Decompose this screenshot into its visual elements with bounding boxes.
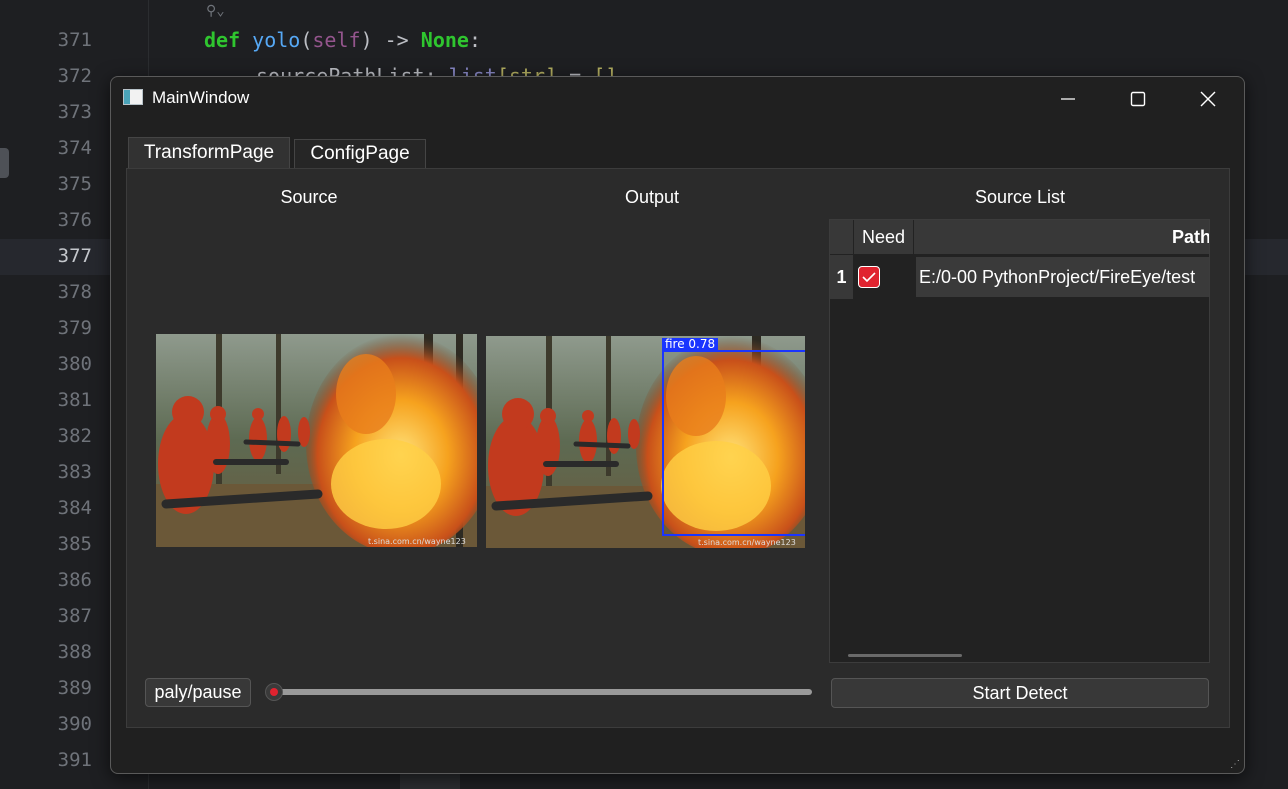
source-image: t.sina.com.cn/wayne123 <box>156 334 477 547</box>
table-corner[interactable] <box>830 220 853 254</box>
detection-label: fire 0.78 <box>662 338 719 351</box>
inlay-hint-icon: ⚲⌄ <box>206 3 225 19</box>
watermark: t.sina.com.cn/wayne123 <box>368 537 466 546</box>
window-title: MainWindow <box>152 88 250 107</box>
line-number: 389 <box>57 677 92 699</box>
line-number: 385 <box>57 533 92 555</box>
line-number: 379 <box>57 317 92 339</box>
main-window[interactable]: MainWindow TransformPage ConfigPage Sour… <box>110 76 1245 774</box>
source-list-title: Source List <box>974 187 1066 207</box>
output-image: t.sina.com.cn/wayne123 fire 0.78 <box>486 336 805 548</box>
close-button[interactable] <box>1173 77 1243 121</box>
play-pause-button[interactable]: paly/pause <box>145 678 251 707</box>
line-number: 371 <box>57 29 92 51</box>
detection-box <box>662 350 805 536</box>
maximize-button[interactable] <box>1103 77 1173 121</box>
source-list-table[interactable]: Need Path 1 E:/0-00 PythonProject/FireEy… <box>829 219 1210 663</box>
slider-handle[interactable] <box>265 683 283 701</box>
line-number: 377 <box>57 245 92 267</box>
title-bar[interactable]: MainWindow <box>111 77 1244 121</box>
line-number: 378 <box>57 281 92 303</box>
code-fragment <box>400 773 460 789</box>
line-number: 382 <box>57 425 92 447</box>
line-number: 372 <box>57 65 92 87</box>
minimize-button[interactable] <box>1033 77 1103 121</box>
line-number: 375 <box>57 173 92 195</box>
close-icon <box>1200 91 1216 107</box>
line-number: 388 <box>57 641 92 663</box>
line-number: 381 <box>57 389 92 411</box>
line-number: 386 <box>57 569 92 591</box>
tab-transform-page[interactable]: TransformPage <box>128 137 290 168</box>
video-progress-slider[interactable] <box>275 689 812 695</box>
header-path[interactable]: Path <box>914 220 1210 254</box>
path-cell[interactable]: E:/0-00 PythonProject/FireEye/test <box>916 257 1209 297</box>
open-paren: ( <box>300 28 313 52</box>
return-type: None <box>420 28 469 52</box>
checkmark-icon <box>862 272 876 283</box>
keyword-def: def <box>204 28 241 52</box>
line-number: 383 <box>57 461 92 483</box>
line-number: 384 <box>57 497 92 519</box>
source-title: Source <box>280 187 338 207</box>
line-number: 374 <box>57 137 92 159</box>
output-title: Output <box>624 187 680 207</box>
need-checkbox[interactable] <box>858 266 880 288</box>
line-number: 376 <box>57 209 92 231</box>
app-icon <box>123 89 143 105</box>
horizontal-scrollbar[interactable] <box>848 654 962 657</box>
function-name: yolo <box>252 28 301 52</box>
header-path-label: Path <box>1172 227 1210 247</box>
resize-grip-icon[interactable]: ⋰ <box>1230 759 1240 770</box>
watermark: t.sina.com.cn/wayne123 <box>698 538 796 547</box>
line-number: 373 <box>57 101 92 123</box>
line-number: 387 <box>57 605 92 627</box>
line-number: 391 <box>57 749 92 771</box>
param-self: self <box>312 28 361 52</box>
code-line-def[interactable]: def yolo(self) -> None: <box>204 22 481 58</box>
header-need[interactable]: Need <box>854 220 913 254</box>
row-index[interactable]: 1 <box>830 255 853 299</box>
tab-config-page[interactable]: ConfigPage <box>294 139 426 168</box>
maximize-icon <box>1130 91 1146 107</box>
minimize-icon <box>1061 98 1075 100</box>
line-number: 390 <box>57 713 92 735</box>
return-arrow: ) -> <box>360 28 421 52</box>
colon: : <box>468 28 481 52</box>
transform-page-panel: Source Output Source List t.sina.com.cn/… <box>126 168 1230 728</box>
start-detect-button[interactable]: Start Detect <box>831 678 1209 708</box>
line-number: 380 <box>57 353 92 375</box>
